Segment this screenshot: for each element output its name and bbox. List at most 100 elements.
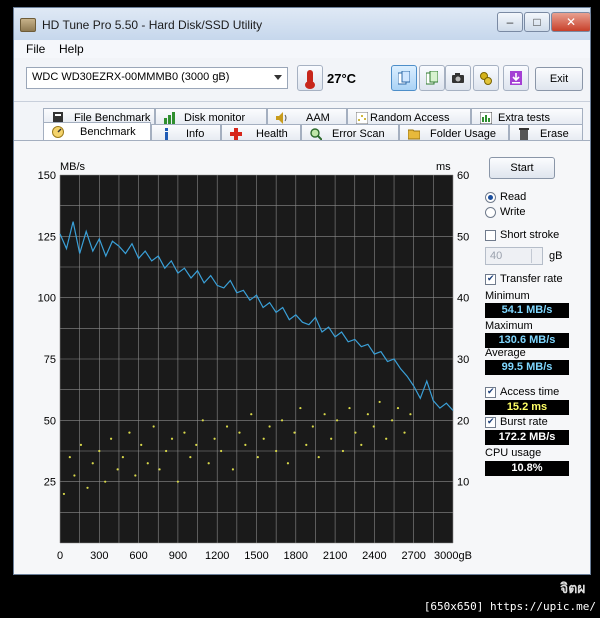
maximum-label: Maximum bbox=[485, 320, 533, 332]
access-time-point bbox=[372, 425, 375, 428]
benchmark-chart: 150 125 100 75 50 25 60 50 40 30 20 10 0 300 600 900 1… bbox=[38, 161, 472, 562]
x-tick: 300 bbox=[90, 550, 108, 562]
exit-button[interactable]: Exit bbox=[535, 67, 583, 91]
copy-text-icon bbox=[426, 71, 438, 85]
x-tick: 2400 bbox=[362, 550, 386, 562]
y-tick-right: 20 bbox=[457, 415, 469, 427]
access-time-point bbox=[128, 431, 131, 434]
access-time-point bbox=[354, 431, 357, 434]
x-axis-labels: 0 300 600 900 1200 1500 1800 2100 2400 2700 3000gB bbox=[57, 550, 472, 562]
x-tick: 3000gB bbox=[434, 550, 472, 562]
extra-tests-icon bbox=[480, 112, 492, 124]
maximum-value: 130.6 MB/s bbox=[485, 333, 569, 348]
y-tick-right: 50 bbox=[457, 231, 469, 243]
access-time-point bbox=[390, 419, 394, 422]
drive-select[interactable]: WDC WD30EZRX-00MMMB0 (3000 gB) bbox=[26, 67, 288, 89]
tab-label: Random Access bbox=[370, 112, 450, 124]
access-time-point bbox=[250, 413, 253, 416]
access-time-point bbox=[262, 437, 265, 440]
access-time-point bbox=[86, 486, 89, 489]
screenshot-button[interactable] bbox=[445, 65, 471, 91]
x-tick: 2700 bbox=[401, 550, 425, 562]
transfer-rate-checkbox[interactable] bbox=[485, 273, 496, 285]
x-tick: 1200 bbox=[205, 550, 229, 562]
copy-icon bbox=[398, 71, 410, 85]
tab-label: Info bbox=[186, 128, 205, 140]
close-button[interactable]: ✕ bbox=[551, 12, 591, 32]
access-time-point bbox=[293, 431, 296, 434]
access-time-point bbox=[62, 492, 66, 496]
access-time-point bbox=[341, 449, 345, 453]
access-time-point bbox=[189, 456, 192, 459]
drive-select-value: WDC WD30EZRX-00MMMB0 (3000 gB) bbox=[32, 71, 230, 83]
disk-monitor-icon bbox=[164, 112, 175, 124]
copy-button[interactable] bbox=[391, 65, 417, 91]
copy-text-button[interactable] bbox=[419, 65, 445, 91]
health-cross-icon bbox=[230, 128, 242, 140]
random-access-icon bbox=[356, 112, 368, 124]
tab-label: Folder Usage bbox=[430, 128, 497, 140]
access-time-point bbox=[73, 474, 76, 477]
cpu-usage-label: CPU usage bbox=[485, 447, 542, 459]
y-tick-right: 40 bbox=[457, 293, 469, 305]
read-radio[interactable] bbox=[485, 192, 496, 203]
y-tick-right: 30 bbox=[457, 354, 469, 366]
x-tick: 600 bbox=[129, 550, 147, 562]
image-host-footer: [650x650] https://upic.me/ bbox=[0, 598, 600, 618]
options-button[interactable] bbox=[473, 65, 499, 91]
trash-icon bbox=[519, 128, 529, 140]
minimize-button[interactable]: – bbox=[497, 12, 523, 32]
short-stroke-stepper[interactable]: 40 bbox=[485, 247, 543, 265]
window-title: HD Tune Pro 5.50 - Hard Disk/SSD Utility bbox=[42, 18, 263, 32]
access-time-point bbox=[256, 456, 259, 459]
maximize-button[interactable]: □ bbox=[524, 12, 550, 32]
tab-label: Benchmark bbox=[80, 126, 136, 138]
y-tick-left: 75 bbox=[44, 354, 56, 366]
app-window: HD Tune Pro 5.50 - Hard Disk/SSD Utility… bbox=[13, 7, 591, 575]
access-time-point bbox=[220, 449, 223, 453]
y-axis-left-unit: MB/s bbox=[60, 161, 86, 173]
access-time-point bbox=[275, 449, 278, 453]
access-time-point bbox=[385, 437, 388, 440]
access-time-point bbox=[305, 443, 308, 446]
write-radio[interactable] bbox=[485, 207, 496, 218]
watermark-text: จิตผ bbox=[560, 580, 586, 596]
title-bar[interactable]: HD Tune Pro 5.50 - Hard Disk/SSD Utility… bbox=[14, 8, 591, 40]
start-button[interactable]: Start bbox=[489, 157, 555, 179]
access-time-point bbox=[360, 443, 363, 446]
access-time-point bbox=[68, 456, 71, 459]
access-time-point bbox=[165, 449, 168, 453]
access-time-point bbox=[183, 431, 186, 434]
access-time-point bbox=[317, 456, 320, 459]
access-time-point bbox=[213, 437, 216, 440]
info-icon bbox=[165, 128, 168, 140]
access-time-point bbox=[330, 437, 333, 440]
access-time-point bbox=[286, 462, 290, 465]
short-stroke-label: Short stroke bbox=[500, 229, 560, 241]
access-time-point bbox=[225, 425, 229, 428]
access-time-point bbox=[244, 443, 247, 446]
read-label: Read bbox=[500, 191, 527, 203]
minimum-label: Minimum bbox=[485, 290, 530, 302]
access-time-point bbox=[396, 406, 400, 410]
menu-help[interactable]: Help bbox=[59, 42, 84, 56]
menu-bar: File Help bbox=[14, 40, 590, 58]
transfer-rate-label: Transfer rate bbox=[500, 273, 563, 285]
x-tick: 900 bbox=[169, 550, 187, 562]
tab-label: AAM bbox=[306, 112, 330, 124]
access-time-checkbox[interactable] bbox=[485, 386, 496, 398]
access-time-point bbox=[201, 419, 204, 422]
menu-file[interactable]: File bbox=[26, 42, 45, 56]
save-button[interactable] bbox=[503, 65, 529, 91]
access-time-point bbox=[231, 468, 235, 471]
access-time-point bbox=[409, 413, 412, 416]
tab-label: Extra tests bbox=[498, 112, 550, 124]
access-time-point bbox=[268, 425, 271, 428]
magnifier-icon bbox=[310, 128, 322, 140]
burst-rate-checkbox[interactable] bbox=[485, 416, 496, 428]
x-tick: 1800 bbox=[284, 550, 308, 562]
short-stroke-checkbox[interactable] bbox=[485, 230, 496, 241]
y-tick-right: 10 bbox=[457, 477, 469, 489]
access-time-point bbox=[299, 406, 302, 410]
download-icon bbox=[510, 71, 522, 85]
